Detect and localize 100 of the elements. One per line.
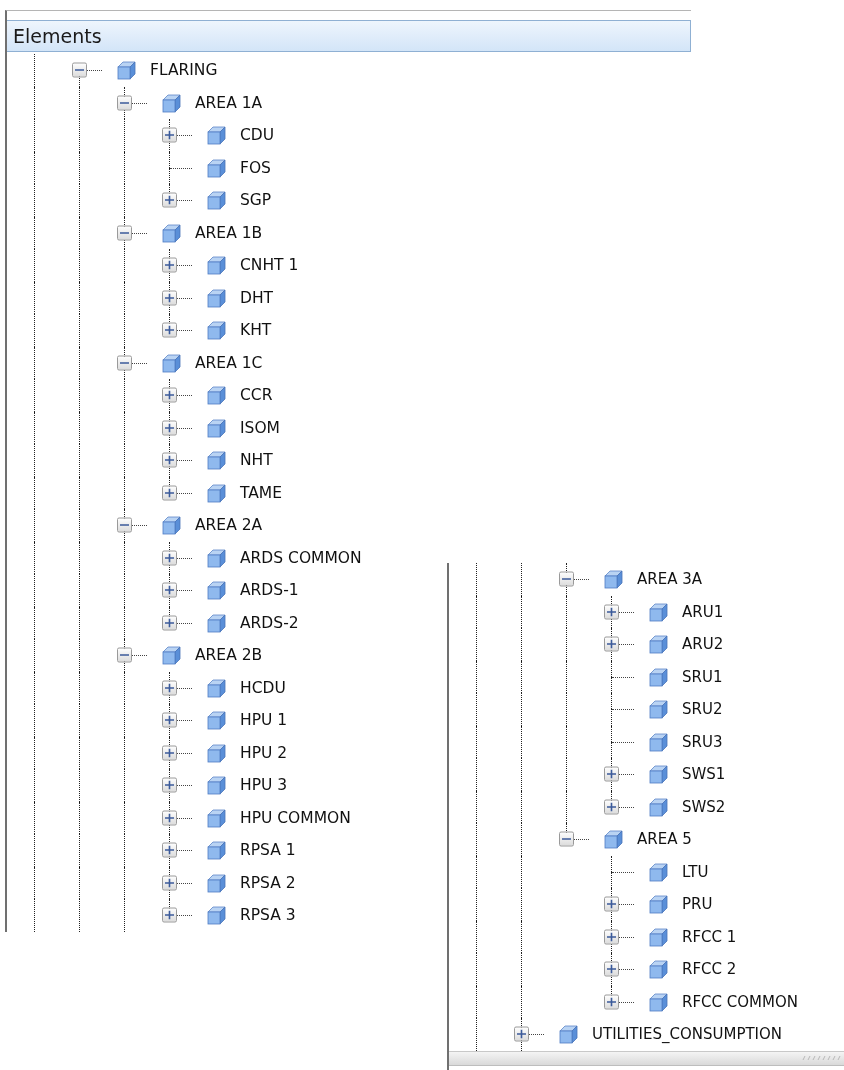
- expand-toggle[interactable]: [162, 745, 177, 761]
- plus-icon: [607, 964, 616, 974]
- expand-toggle[interactable]: [72, 62, 87, 78]
- cube-icon: [647, 665, 669, 688]
- node-label[interactable]: AREA 2B: [195, 646, 263, 665]
- expand-toggle[interactable]: [162, 582, 177, 598]
- node-label[interactable]: PRU: [682, 895, 713, 914]
- node-label[interactable]: LTU: [682, 862, 709, 881]
- node-label[interactable]: SGP: [240, 191, 272, 210]
- expand-toggle[interactable]: [604, 766, 619, 782]
- node-label[interactable]: AREA 1B: [195, 223, 263, 242]
- expand-toggle[interactable]: [162, 680, 177, 696]
- expand-toggle[interactable]: [604, 636, 619, 652]
- node-label[interactable]: SRU2: [682, 700, 723, 719]
- expand-toggle[interactable]: [162, 257, 177, 273]
- node-label[interactable]: AREA 1C: [195, 353, 263, 372]
- cube-icon: [205, 254, 227, 277]
- node-label[interactable]: HPU 1: [240, 711, 288, 730]
- plus-icon: [165, 488, 174, 498]
- expand-toggle[interactable]: [162, 712, 177, 728]
- node-label[interactable]: CCR: [240, 386, 273, 405]
- node-label[interactable]: RFCC 1: [682, 927, 737, 946]
- node-label[interactable]: FLARING: [150, 61, 218, 80]
- node-label[interactable]: AREA 1A: [195, 93, 263, 112]
- node-label[interactable]: RFCC 2: [682, 960, 737, 979]
- node-label[interactable]: KHT: [240, 321, 272, 340]
- expand-toggle[interactable]: [559, 831, 574, 847]
- expand-toggle[interactable]: [604, 994, 619, 1010]
- node-label[interactable]: ARDS-1: [240, 581, 299, 600]
- node-label[interactable]: ARU1: [682, 602, 724, 621]
- node-label[interactable]: AREA 3A: [637, 570, 702, 589]
- cube-icon: [160, 514, 182, 537]
- expand-toggle[interactable]: [162, 777, 177, 793]
- node-label[interactable]: RFCC COMMON: [682, 992, 798, 1011]
- node-label[interactable]: ARDS-2: [240, 613, 299, 632]
- plus-icon: [165, 293, 174, 303]
- expand-toggle[interactable]: [117, 95, 132, 111]
- cube-icon: [205, 319, 227, 342]
- expand-toggle[interactable]: [162, 452, 177, 468]
- node-label[interactable]: HPU 3: [240, 776, 288, 795]
- node-label[interactable]: HPU 2: [240, 743, 288, 762]
- node-label[interactable]: CDU: [240, 126, 275, 145]
- node-label[interactable]: HCDU: [240, 678, 286, 697]
- node-label[interactable]: DHT: [240, 288, 274, 307]
- plus-icon: [165, 618, 174, 628]
- expand-toggle[interactable]: [162, 810, 177, 826]
- expand-toggle[interactable]: [117, 647, 132, 663]
- cube-icon: [647, 698, 669, 721]
- node-label[interactable]: CNHT 1: [240, 256, 299, 275]
- node-label[interactable]: SRU3: [682, 732, 723, 751]
- node-label[interactable]: RPSA 3: [240, 906, 296, 925]
- node-label[interactable]: ARDS COMMON: [240, 548, 362, 567]
- expand-toggle[interactable]: [162, 420, 177, 436]
- expand-toggle[interactable]: [559, 571, 574, 587]
- cube-icon: [557, 1023, 579, 1046]
- expand-toggle[interactable]: [604, 929, 619, 945]
- cube-icon: [205, 546, 227, 569]
- expand-toggle[interactable]: [162, 127, 177, 143]
- expand-toggle[interactable]: [604, 799, 619, 815]
- expand-toggle[interactable]: [162, 550, 177, 566]
- node-label[interactable]: RPSA 1: [240, 841, 296, 860]
- expand-toggle[interactable]: [514, 1026, 529, 1042]
- cube-icon: [205, 871, 227, 894]
- expand-toggle[interactable]: [162, 875, 177, 891]
- node-label[interactable]: TAME: [240, 483, 283, 502]
- node-label[interactable]: FOS: [240, 158, 271, 177]
- expand-toggle[interactable]: [162, 907, 177, 923]
- node-label[interactable]: SWS1: [682, 765, 726, 784]
- cube-icon: [205, 806, 227, 829]
- expand-toggle[interactable]: [162, 322, 177, 338]
- cube-icon: [205, 156, 227, 179]
- expand-toggle[interactable]: [604, 961, 619, 977]
- node-label[interactable]: ISOM: [240, 418, 280, 437]
- expand-toggle[interactable]: [162, 290, 177, 306]
- node-label[interactable]: RPSA 2: [240, 873, 296, 892]
- node-label[interactable]: AREA 5: [637, 830, 692, 849]
- expand-toggle[interactable]: [604, 604, 619, 620]
- expand-toggle[interactable]: [162, 842, 177, 858]
- node-label[interactable]: AREA 2A: [195, 516, 263, 535]
- node-label[interactable]: HPU COMMON: [240, 808, 351, 827]
- node-label[interactable]: SWS2: [682, 797, 726, 816]
- plus-icon: [165, 553, 174, 563]
- node-label[interactable]: ARU2: [682, 635, 724, 654]
- plus-icon: [607, 997, 616, 1007]
- expand-toggle[interactable]: [162, 485, 177, 501]
- expand-toggle[interactable]: [162, 615, 177, 631]
- horizontal-scrollbar[interactable]: [449, 1050, 844, 1066]
- node-label[interactable]: UTILITIES_CONSUMPTION: [592, 1025, 783, 1044]
- expand-toggle[interactable]: [117, 355, 132, 371]
- cube-icon: [205, 741, 227, 764]
- expand-toggle[interactable]: [162, 387, 177, 403]
- cube-icon: [647, 925, 669, 948]
- expand-toggle[interactable]: [162, 192, 177, 208]
- expand-toggle[interactable]: [604, 896, 619, 912]
- node-label[interactable]: NHT: [240, 451, 273, 470]
- cube-icon: [205, 904, 227, 927]
- expand-toggle[interactable]: [117, 517, 132, 533]
- expand-toggle[interactable]: [117, 225, 132, 241]
- cube-icon: [647, 893, 669, 916]
- node-label[interactable]: SRU1: [682, 667, 723, 686]
